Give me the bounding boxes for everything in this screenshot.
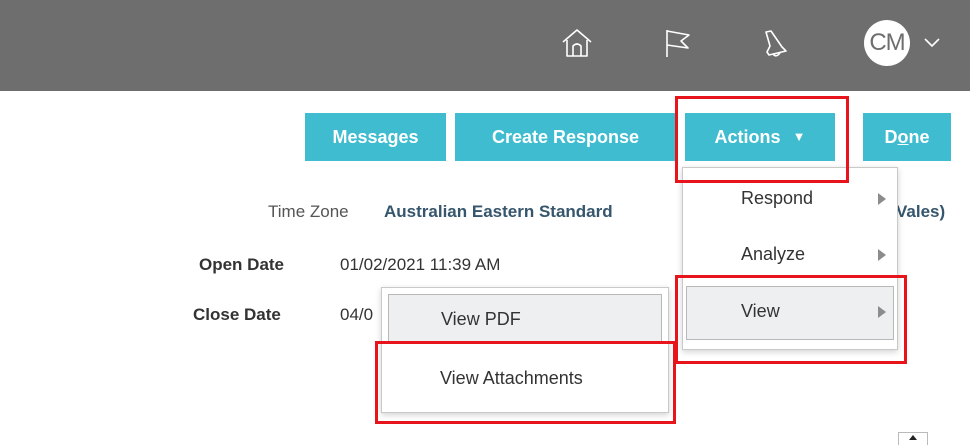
messages-button[interactable]: Messages bbox=[305, 113, 446, 161]
bell-icon[interactable] bbox=[750, 23, 798, 63]
create-response-button-label: Create Response bbox=[491, 126, 640, 147]
open-date-label: Open Date bbox=[199, 255, 285, 274]
submenu-arrow-icon bbox=[878, 193, 886, 205]
time-zone-value: Australian Eastern Standard bbox=[384, 202, 613, 221]
avatar-initials: CM bbox=[869, 29, 905, 56]
done-label-suffix: ne bbox=[908, 126, 930, 147]
menu-item-label: Analyze bbox=[741, 244, 806, 264]
messages-button-label: Messages bbox=[332, 126, 419, 147]
menu-item-label: Respond bbox=[741, 188, 814, 208]
open-date-value: 01/02/2021 11:39 AM bbox=[340, 255, 501, 274]
avatar[interactable]: CM bbox=[864, 20, 910, 66]
done-label-mnemonic: o bbox=[897, 126, 909, 147]
create-response-button[interactable]: Create Response bbox=[455, 113, 676, 161]
flag-icon[interactable] bbox=[653, 23, 701, 63]
scroll-to-top-button[interactable] bbox=[898, 432, 928, 445]
home-icon[interactable] bbox=[553, 23, 601, 63]
time-zone-label: Time Zone bbox=[268, 202, 349, 221]
submenu-item-view-pdf[interactable]: View PDF bbox=[388, 294, 662, 344]
highlight-actions-button bbox=[675, 96, 849, 183]
top-header-bar: CM bbox=[0, 0, 970, 91]
submenu-arrow-icon bbox=[878, 249, 886, 261]
submenu-item-label: View PDF bbox=[441, 309, 521, 329]
done-button[interactable]: Do ne bbox=[863, 113, 951, 161]
highlight-view-attachments bbox=[375, 341, 676, 424]
close-date-value: 04/0 bbox=[340, 305, 374, 324]
arrow-up-icon bbox=[909, 435, 917, 440]
time-zone-value-tail: Vales) bbox=[896, 202, 946, 221]
chevron-down-icon[interactable] bbox=[922, 32, 942, 52]
highlight-view-item bbox=[675, 275, 907, 364]
close-date-label: Close Date bbox=[193, 305, 281, 324]
done-label-prefix: D bbox=[884, 126, 898, 147]
